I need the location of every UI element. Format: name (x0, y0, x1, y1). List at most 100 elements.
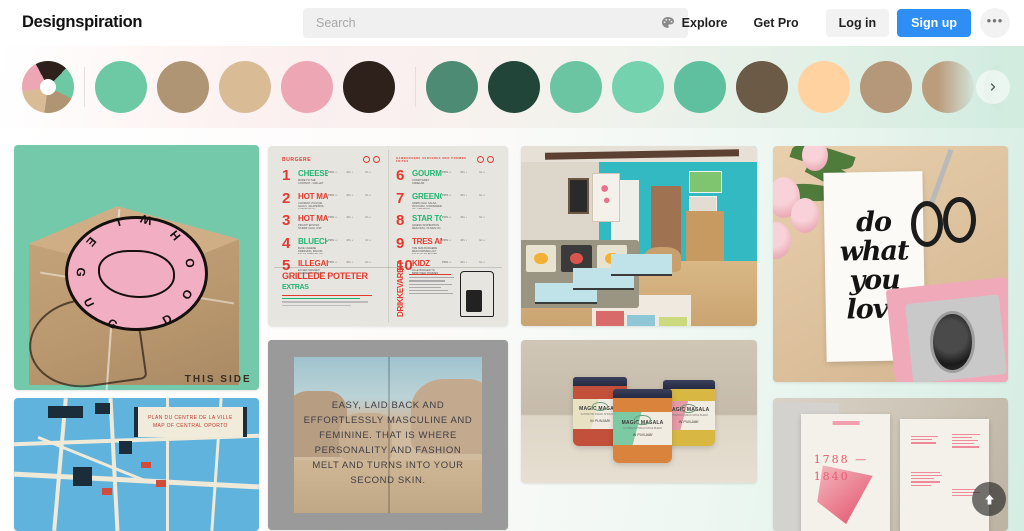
menu-item-name: GREENCHILLISALSA (412, 191, 442, 201)
menu-item-name: HOT MAMA 2.0 (298, 214, 328, 223)
poster-date-line-1: 1788 — (813, 453, 869, 467)
menu-item-row: 1 CHEESE ROYALEMADE TO THE CONTEST - GRIL… (282, 167, 380, 186)
menu-item-row: 2 HOT MAMACHORIZO, PICO DE GALLO, JALAPEÑ… (282, 189, 380, 209)
pin-grid: GUGELWHOOD THIS SIDE BURGERE 1CHEESE ROY… (0, 128, 1024, 531)
map-title-line-1: PLAN DU CENTRE DE LA VILLE (148, 414, 233, 421)
signup-button[interactable]: Sign up (897, 9, 971, 37)
card-magic-masala-jars[interactable]: MAGIC MASALA AUTHENTIC INDIAN SPICE BLEND… (521, 340, 757, 483)
menu-item-name: HOT MAMA (298, 191, 328, 201)
color-swatch-3[interactable] (281, 61, 333, 113)
menu-item-row: 8 STAR TOURGRÆSK INSPIRATION MED FETA, OL… (396, 213, 494, 231)
menu-item-name: STAR TOUR (412, 214, 442, 223)
color-swatch-12[interactable] (860, 61, 912, 113)
color-swatch-4[interactable] (343, 61, 395, 113)
colorbar-divider (84, 67, 85, 107)
color-swatch-6[interactable] (488, 61, 540, 113)
swatch-group-primary (95, 61, 405, 113)
menu-header-right: HAMBURGERE SERVERES MED POMMES FRITES (396, 156, 467, 163)
jar-origin: IN PUNJABI (590, 418, 610, 423)
sticker-char: O (179, 286, 197, 302)
menu-footer-title-right: DRIKKEVARER (396, 262, 405, 317)
jar-origin: IN PUNJABI (678, 420, 699, 425)
colorbar-next-overlay (938, 46, 1024, 128)
color-wheel-button[interactable] (22, 61, 74, 113)
menu-item-prices: PRIS • • M/ • • U/ • • (328, 216, 372, 219)
menu-item-description: PIKANT! EKSTRA STÆRK CHILI, OST, BACON O… (298, 224, 324, 231)
login-button[interactable]: Log in (825, 9, 890, 37)
sticker-char: U (81, 295, 98, 310)
card-1788-1840-posters[interactable]: 1788 — 1840 (773, 398, 1008, 531)
menu-item-row: 9 TRES AMIGOS!TRE SMÅ BURGERE MED FORSKEL… (396, 236, 494, 254)
menu-item-description: CONFIT'ERET ANDELÅR, TRØFFELMAYO, RUCOLA… (412, 179, 432, 186)
menu-item-row: 4 BLUECHEESEBACONBLUE CHEESE DRESSING, BA… (282, 236, 380, 254)
color-swatch-2[interactable] (219, 61, 271, 113)
sticker-char: H (167, 227, 184, 243)
this-side-up-text: THIS SIDE (184, 374, 252, 386)
menu-item-name: GOURMET (412, 169, 442, 178)
color-swatch-5[interactable] (426, 61, 478, 113)
menu-item-name: BLUECHEESEBACON (298, 236, 328, 246)
chevron-right-icon (990, 83, 996, 91)
jar-lid (613, 388, 673, 399)
menu-item-row: 6 GOURMETCONFIT'ERET ANDELÅR, TRØFFELMAYO… (396, 168, 494, 186)
poster-text-column-right (951, 433, 982, 450)
menu-header-left: BURGERE (282, 156, 312, 163)
menu-item-prices: PRIS • • M/ • • U/ • • (442, 238, 486, 242)
map-title-block: PLAN DU CENTRE DE LA VILLE MAP OF CENTRA… (134, 407, 247, 437)
menu-item-prices: PRIS • • M/ • • U/ • • (328, 261, 372, 264)
camera-lens (930, 311, 976, 373)
card-do-what-you-love[interactable]: do what you love (773, 146, 1008, 382)
jar-lid (572, 377, 628, 387)
sticker-char: W (139, 210, 155, 228)
search-input[interactable] (303, 8, 633, 38)
jar-seal-icon (681, 404, 696, 413)
color-swatch-10[interactable] (736, 61, 788, 113)
site-header: Designspiration Explore Get Pro Log in S… (0, 0, 1024, 46)
site-logo[interactable]: Designspiration (22, 13, 142, 32)
menu-header-icons (363, 156, 380, 163)
color-swatch-11[interactable] (798, 61, 850, 113)
jar-subtitle: AUTHENTIC INDIAN SPICE BLEND (669, 414, 708, 418)
menu-item-description: CHORIZO, PICO DE GALLO, JALAPEÑOS, CHEDD… (298, 201, 325, 209)
card-burger-menu[interactable]: BURGERE 1 CHEESE ROYALEMADE TO THE CONTES… (268, 146, 508, 326)
jar-subtitle: AUTHENTIC INDIAN SPICE BLEND (623, 427, 662, 431)
menu-item-prices: PRIS • • M/ • • U/ • • (328, 193, 372, 197)
menu-item-prices: PRIS • • M/ • • U/ • • (442, 193, 486, 197)
menu-item-prices: PRIS • • M/ • • U/ • • (328, 171, 372, 174)
card-midcentury-living-room[interactable] (521, 146, 757, 326)
poster-text-column-left-2 (910, 471, 945, 488)
scissors-icon (909, 148, 980, 257)
map-title-line-2: MAP OF CENTRAL OPORTO (152, 422, 228, 429)
color-filter-bar (0, 46, 1024, 128)
menu-item-description: BLUE CHEESE DRESSING, BACON, SALAT, RØDL… (298, 246, 323, 254)
more-options-button[interactable]: ••• (980, 8, 1010, 38)
color-swatch-0[interactable] (95, 61, 147, 113)
colorbar-next-button[interactable] (976, 70, 1010, 104)
gugelwhood-sticker-text: GUGELWHOOD (68, 211, 204, 332)
jar-label: MAGIC MASALA AUTHENTIC INDIAN SPICE BLEND… (613, 412, 673, 446)
dwl-line-1: do (855, 207, 891, 239)
color-swatch-8[interactable] (612, 61, 664, 113)
card-oporto-map[interactable]: PLAN DU CENTRE DE LA VILLE MAP OF CENTRA… (14, 398, 259, 531)
menu-item-prices: PRIS • • M/ • • U/ • • (442, 171, 486, 174)
menu-item-number: 3 (282, 212, 291, 229)
color-swatch-1[interactable] (157, 61, 209, 113)
menu-item-number: 2 (282, 189, 291, 207)
masala-jar: MAGIC MASALA AUTHENTIC INDIAN SPICE BLEND… (613, 388, 673, 463)
jar-origin: IN PUNJABI (632, 433, 653, 438)
menu-item-prices: PRIS • • M/ • • U/ • • (328, 238, 372, 242)
card-desert-spread[interactable]: EASY, LAID BACK AND EFFORTLESSLY MASCULI… (268, 340, 508, 530)
scroll-to-top-button[interactable] (972, 482, 1006, 516)
search-bar[interactable] (303, 8, 688, 38)
jar-lid (662, 380, 715, 389)
menu-item-number: 1 (282, 167, 291, 184)
colorbar-divider-2 (415, 67, 416, 107)
color-swatch-7[interactable] (550, 61, 602, 113)
nav-get-pro[interactable]: Get Pro (741, 16, 812, 30)
color-swatch-9[interactable] (674, 61, 726, 113)
nav-explore[interactable]: Explore (669, 16, 741, 30)
menu-item-row: 3 HOT MAMA 2.0PIKANT! EKSTRA STÆRK CHILI,… (282, 212, 380, 231)
gugelwhood-sticker: GUGELWHOOD (65, 211, 208, 332)
menu-item-description: TRE SMÅ BURGERE MED FORSKELLIGT FYLD OG … (412, 246, 438, 254)
card-gugelwhood-box[interactable]: GUGELWHOOD THIS SIDE (14, 145, 259, 390)
